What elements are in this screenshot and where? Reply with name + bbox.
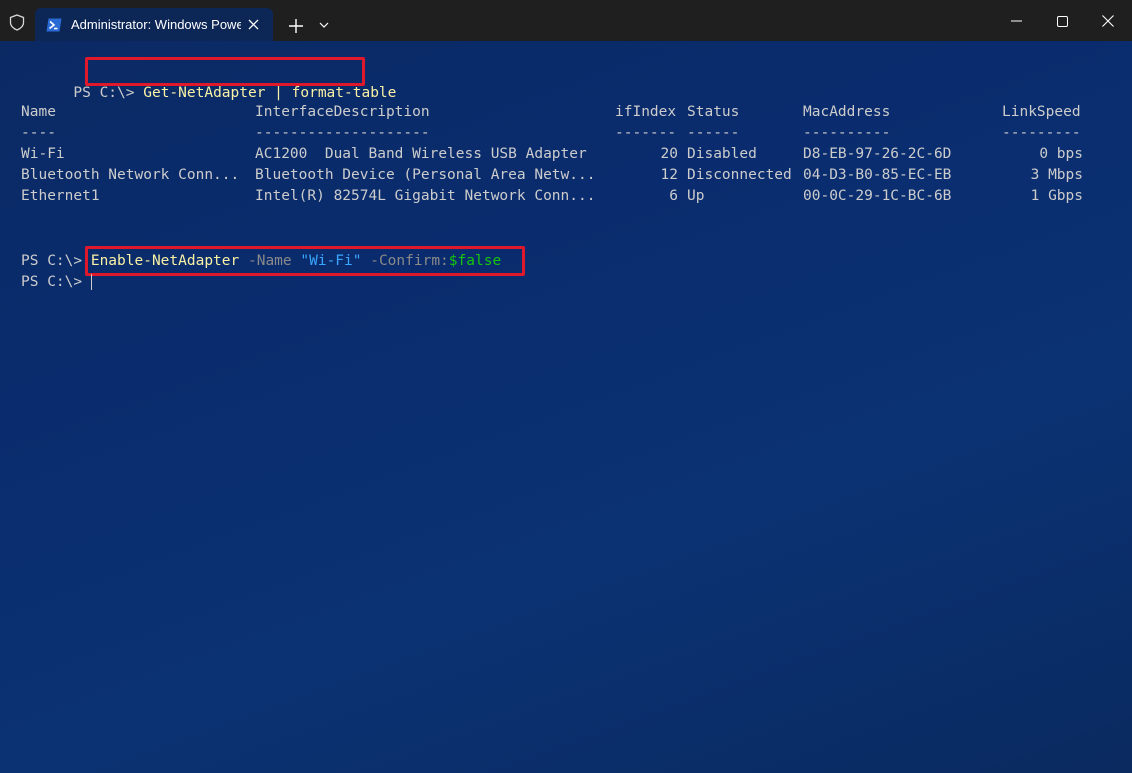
cell-ifindex: 12 — [615, 167, 678, 183]
maximize-icon[interactable] — [1039, 8, 1085, 34]
prompt: PS C:\> — [73, 85, 134, 101]
plus-icon[interactable] — [285, 15, 307, 37]
tab-powershell[interactable]: Administrator: Windows Powe — [35, 8, 273, 41]
header-status: Status — [687, 104, 739, 120]
terminal-window: Administrator: Windows Powe PS C:\> Get-… — [0, 0, 1132, 773]
cell-name: Ethernet1 — [21, 188, 100, 204]
underline-name: ---- — [21, 125, 56, 141]
tab-title: Administrator: Windows Powe — [71, 17, 241, 32]
text-cursor — [91, 274, 92, 290]
title-bar: Administrator: Windows Powe — [0, 0, 1132, 41]
header-linkspeed: LinkSpeed — [1002, 104, 1081, 120]
header-name: Name — [21, 104, 56, 120]
cell-status: Disconnected — [687, 167, 792, 183]
cell-interface-description: Intel(R) 82574L Gigabit Network Conn... — [255, 188, 595, 204]
powershell-icon — [46, 18, 62, 32]
prompt: PS C:\> — [21, 253, 82, 269]
cell-linkspeed: 3 Mbps — [1002, 167, 1083, 183]
prompt-line-3[interactable]: PS C:\> — [21, 272, 92, 293]
cell-macaddress: 00-0C-29-1C-BC-6B — [803, 188, 951, 204]
command-1-highlight — [85, 57, 365, 86]
shield-icon — [9, 14, 25, 31]
command-1: Get-NetAdapter | format-table — [143, 85, 396, 101]
cell-macaddress: D8-EB-97-26-2C-6D — [803, 146, 951, 162]
cell-linkspeed: 0 bps — [1002, 146, 1083, 162]
cell-name: Wi-Fi — [21, 146, 65, 162]
cell-ifindex: 20 — [615, 146, 678, 162]
minimize-icon[interactable] — [993, 8, 1039, 34]
command-2-highlight — [85, 246, 525, 276]
header-interface-description: InterfaceDescription — [255, 104, 430, 120]
cell-macaddress: 04-D3-B0-85-EC-EB — [803, 167, 951, 183]
header-macaddress: MacAddress — [803, 104, 890, 120]
underline-status: ------ — [687, 125, 739, 141]
close-icon[interactable] — [1085, 8, 1131, 34]
chevron-down-icon[interactable] — [316, 17, 332, 33]
cell-interface-description: Bluetooth Device (Personal Area Netw... — [255, 167, 595, 183]
terminal-output[interactable]: PS C:\> Get-NetAdapter | format-table Na… — [0, 41, 1132, 773]
cell-name: Bluetooth Network Conn... — [21, 167, 239, 183]
underline-interface-description: -------------------- — [255, 125, 430, 141]
cell-interface-description: AC1200 Dual Band Wireless USB Adapter — [255, 146, 587, 162]
underline-linkspeed: --------- — [1002, 125, 1081, 141]
cell-ifindex: 6 — [615, 188, 678, 204]
cell-status: Up — [687, 188, 704, 204]
prompt: PS C:\> — [21, 274, 82, 290]
close-icon[interactable] — [241, 13, 265, 37]
underline-macaddress: ---------- — [803, 125, 890, 141]
cell-status: Disabled — [687, 146, 757, 162]
header-ifindex: ifIndex — [615, 104, 676, 120]
cell-linkspeed: 1 Gbps — [1002, 188, 1083, 204]
underline-ifindex: ------- — [615, 125, 676, 141]
